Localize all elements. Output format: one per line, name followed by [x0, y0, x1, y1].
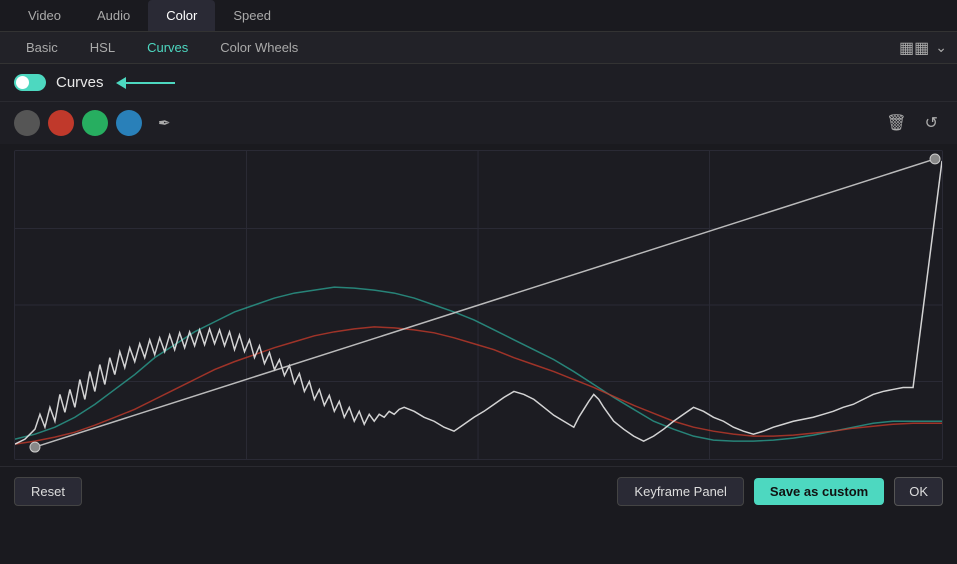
- arrow-annotation: [116, 77, 175, 89]
- chevron-down-icon[interactable]: ⌄: [935, 39, 947, 56]
- save-as-custom-button[interactable]: Save as custom: [754, 478, 884, 505]
- bottom-bar: Reset Keyframe Panel Save as custom OK: [0, 466, 957, 516]
- curves-toggle[interactable]: [14, 74, 46, 91]
- tab-color[interactable]: Color: [148, 0, 215, 31]
- reset-button[interactable]: Reset: [14, 477, 82, 506]
- split-view-icon[interactable]: ▦▦: [899, 38, 929, 58]
- undo-button[interactable]: ↺: [920, 111, 943, 135]
- tab-basic[interactable]: Basic: [10, 32, 74, 63]
- curves-title: Curves: [56, 74, 104, 91]
- curves-header: Curves: [0, 64, 957, 102]
- arrow-line: [125, 82, 175, 84]
- top-tabs: Video Audio Color Speed: [0, 0, 957, 32]
- tab-speed[interactable]: Speed: [215, 0, 289, 31]
- channel-green-button[interactable]: [82, 110, 108, 136]
- tab-curves[interactable]: Curves: [131, 32, 204, 63]
- delete-button[interactable]: 🗑: [881, 111, 911, 135]
- keyframe-panel-button[interactable]: Keyframe Panel: [617, 477, 744, 506]
- tab-hsl[interactable]: HSL: [74, 32, 131, 63]
- eyedropper-button[interactable]: ✒: [154, 112, 175, 134]
- ok-button[interactable]: OK: [894, 477, 943, 506]
- channel-gray-button[interactable]: [14, 110, 40, 136]
- tab-audio[interactable]: Audio: [79, 0, 148, 31]
- chart-grid: [15, 151, 942, 459]
- sub-tabs: Basic HSL Curves Color Wheels ▦▦ ⌄: [0, 32, 957, 64]
- curves-chart[interactable]: [14, 150, 943, 460]
- channel-blue-button[interactable]: [116, 110, 142, 136]
- tab-color-wheels[interactable]: Color Wheels: [204, 32, 314, 63]
- channel-row: ✒ 🗑 ↺: [0, 102, 957, 144]
- channel-red-button[interactable]: [48, 110, 74, 136]
- tab-video[interactable]: Video: [10, 0, 79, 31]
